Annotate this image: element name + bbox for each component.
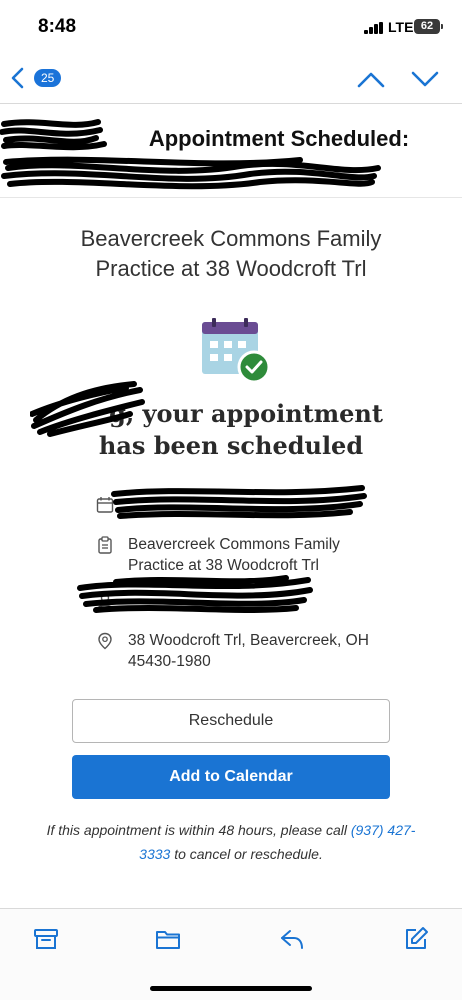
address-line2: 45430-1980 [128, 653, 211, 670]
location-line1: Beavercreek Commons Family [128, 536, 340, 553]
unread-count-badge: 25 [34, 69, 62, 87]
battery-icon: 62 [414, 19, 440, 34]
network-label: LTE [388, 19, 414, 35]
practice-title-line1: Beavercreek Commons Family [80, 226, 382, 251]
reschedule-button[interactable]: Reschedule [72, 699, 390, 743]
calendar-icon [96, 497, 114, 513]
add-to-calendar-button[interactable]: Add to Calendar [72, 755, 390, 799]
address-line1: 38 Woodcroft Trl, Beavercreek, OH [128, 632, 369, 649]
appointment-location-row: Beavercreek Commons Family Practice at 3… [96, 534, 436, 576]
practice-title: Beavercreek Commons Family Practice at 3… [30, 224, 432, 284]
appointment-date-row [96, 494, 436, 514]
note-text-after: to cancel or reschedule. [170, 846, 323, 862]
address-row: 38 Woodcroft Trl, Beavercreek, OH 45430-… [96, 630, 436, 672]
chevron-up-icon[interactable] [356, 66, 386, 92]
person-icon [97, 593, 113, 610]
email-subject: Appointment Scheduled: [0, 118, 462, 198]
map-pin-icon [98, 632, 112, 650]
chevron-left-icon [11, 67, 24, 89]
address-text: 38 Woodcroft Trl, Beavercreek, OH 45430-… [128, 630, 369, 672]
calendar-check-icon [202, 318, 271, 384]
chevron-down-icon[interactable] [410, 66, 440, 92]
headline-line2: has been scheduled [98, 431, 364, 460]
practice-title-line2: Practice at 38 Woodcroft Trl [95, 256, 367, 281]
provider-row [96, 590, 436, 610]
status-bar: 8:48 LTE 62 [0, 0, 462, 52]
confirmation-headline: g, your appointment has been scheduled [40, 398, 422, 462]
location-line2: Practice at 38 Woodcroft Trl [128, 557, 319, 574]
battery-cap [441, 24, 443, 29]
subject-title: Appointment Scheduled: [0, 126, 462, 152]
note-text-before: If this appointment is within 48 hours, … [46, 822, 351, 838]
reply-icon[interactable] [278, 925, 306, 953]
clipboard-icon [98, 536, 112, 554]
archive-icon[interactable] [32, 925, 60, 953]
clock: 8:48 [38, 16, 77, 37]
headline-line1: g, your appointment [109, 399, 383, 428]
location-text: Beavercreek Commons Family Practice at 3… [128, 534, 340, 576]
subject-text: Appointment Scheduled: [148, 126, 410, 151]
nav-bar: 25 [0, 52, 462, 104]
signal-icon [364, 22, 384, 34]
home-indicator[interactable] [150, 986, 312, 991]
compose-icon[interactable] [402, 925, 430, 953]
back-button[interactable]: 25 [10, 64, 74, 92]
folder-icon[interactable] [154, 925, 182, 953]
cancellation-note: If this appointment is within 48 hours, … [46, 818, 416, 866]
